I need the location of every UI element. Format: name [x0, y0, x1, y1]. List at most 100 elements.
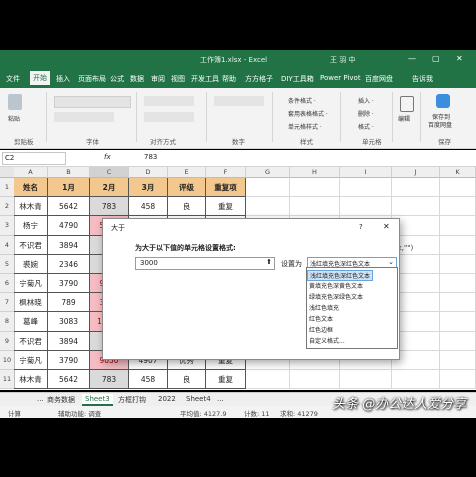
table-cell[interactable]: 783 — [90, 370, 129, 390]
table-cell[interactable]: 1月 — [48, 178, 90, 198]
table-cell[interactable]: 良 — [168, 370, 206, 390]
column-header[interactable]: G — [246, 167, 290, 178]
table-cell[interactable] — [246, 370, 290, 390]
table-cell[interactable]: 评级 — [168, 178, 206, 198]
paste-icon[interactable] — [8, 94, 22, 110]
indent-buttons[interactable] — [144, 112, 194, 122]
dialog-close-icon[interactable]: ✕ — [383, 222, 390, 231]
table-cell[interactable]: 良 — [168, 197, 206, 217]
row-header[interactable]: 11 — [0, 370, 15, 390]
value-input-box[interactable]: 3000 ⬆ — [135, 257, 275, 270]
table-cell[interactable]: 2月 — [90, 178, 129, 198]
row-header[interactable]: 3 — [0, 216, 15, 236]
maximize-icon[interactable]: ▢ — [432, 54, 440, 63]
option-red-text[interactable]: 红色文本 — [309, 314, 333, 323]
table-cell[interactable] — [440, 370, 476, 390]
tab-power-pivot[interactable]: Power Pivot — [320, 74, 361, 82]
table-cell[interactable] — [440, 331, 476, 351]
tab-ffcell[interactable]: 方方格子 — [245, 74, 273, 84]
table-cell[interactable]: 458 — [129, 197, 168, 217]
tab-insert[interactable]: 插入 — [56, 74, 70, 84]
number-format-box[interactable] — [214, 96, 264, 106]
column-header[interactable]: B — [48, 167, 90, 178]
column-header[interactable]: D — [129, 167, 168, 178]
table-cell[interactable]: 2346 — [48, 254, 90, 274]
table-cell[interactable]: 789 — [48, 293, 90, 313]
table-cell[interactable]: 重复 — [206, 370, 246, 390]
row-header[interactable]: 1 — [0, 178, 15, 198]
column-header[interactable]: F — [206, 167, 246, 178]
table-cell[interactable]: 姓名 — [14, 178, 48, 198]
table-cell[interactable]: 4790 — [48, 216, 90, 236]
column-header[interactable]: C — [90, 167, 129, 178]
tab-review[interactable]: 审阅 — [151, 74, 165, 84]
tab-formulas[interactable]: 公式 — [110, 74, 124, 84]
minimize-icon[interactable]: — — [408, 54, 416, 63]
table-cell[interactable] — [392, 370, 440, 390]
table-cell[interactable]: 3月 — [129, 178, 168, 198]
user-name[interactable]: 王 羽 中 — [330, 55, 355, 65]
table-cell[interactable] — [340, 370, 392, 390]
font-name-box[interactable] — [54, 96, 131, 108]
column-header[interactable]: E — [168, 167, 206, 178]
close-icon[interactable]: ✕ — [456, 54, 463, 63]
option-red-border[interactable]: 红色边框 — [309, 325, 333, 334]
table-cell[interactable]: 783 — [90, 197, 129, 217]
option-light-red-fill[interactable]: 浅红填充色深红色文本 — [307, 270, 374, 281]
value-input[interactable]: 3000 — [140, 259, 158, 267]
sheet-tab-checkbox[interactable]: 方框打钩 — [115, 394, 149, 406]
edit-button[interactable]: 编辑 — [398, 114, 410, 123]
row-header[interactable]: 6 — [0, 274, 15, 294]
table-cell[interactable]: 3083 — [48, 312, 90, 332]
insert-cells-button[interactable]: 插入 · — [358, 96, 374, 105]
row-header[interactable]: 8 — [0, 312, 15, 332]
table-cell[interactable] — [340, 178, 392, 198]
formula-input[interactable]: 783 — [144, 153, 157, 161]
cloud-save-icon[interactable] — [436, 94, 450, 108]
help-icon[interactable]: ? — [359, 223, 363, 231]
range-picker-icon[interactable]: ⬆ — [266, 258, 272, 266]
table-cell[interactable]: 林木青 — [14, 197, 48, 217]
table-cell[interactable]: 5642 — [48, 197, 90, 217]
table-cell[interactable] — [440, 312, 476, 332]
row-header[interactable]: 5 — [0, 254, 15, 274]
table-cell[interactable] — [290, 370, 340, 390]
column-header[interactable]: I — [340, 167, 392, 178]
table-cell[interactable]: 林木青 — [14, 370, 48, 390]
tab-home[interactable]: 开始 — [30, 71, 50, 85]
alignment-buttons[interactable] — [144, 96, 194, 106]
table-cell[interactable] — [440, 197, 476, 217]
tab-page-layout[interactable]: 页面布局 — [78, 74, 106, 84]
row-header[interactable]: 4 — [0, 235, 15, 255]
table-cell[interactable] — [440, 350, 476, 370]
tab-baidu-netdisk[interactable]: 百度网盘 — [365, 74, 393, 84]
sheet-tab-2022[interactable]: 2022 — [155, 394, 179, 404]
table-cell[interactable]: 不识君 — [14, 331, 48, 351]
table-cell[interactable]: 重复项 — [206, 178, 246, 198]
format-cells-button[interactable]: 格式 · — [358, 122, 374, 131]
table-cell[interactable]: 3790 — [48, 274, 90, 294]
tab-diy-toolbox[interactable]: DIY工具箱 — [281, 74, 314, 84]
tab-overflow-right[interactable]: ... — [214, 394, 227, 404]
table-cell[interactable] — [290, 197, 340, 217]
search-icon[interactable] — [400, 96, 414, 112]
table-cell[interactable]: 3894 — [48, 331, 90, 351]
table-cell[interactable]: 3894 — [48, 235, 90, 255]
name-box[interactable]: C2 — [2, 152, 66, 165]
table-cell[interactable]: 枫林晓 — [14, 293, 48, 313]
table-cell[interactable] — [392, 197, 440, 217]
row-header[interactable]: 9 — [0, 331, 15, 351]
cell-styles-button[interactable]: 单元格样式 · — [288, 122, 322, 131]
font-style-buttons[interactable] — [54, 112, 114, 122]
table-cell[interactable]: 宁菊凡 — [14, 274, 48, 294]
table-cell[interactable] — [440, 235, 476, 255]
sheet-tab-business[interactable]: 商务数据 — [44, 394, 78, 406]
table-cell[interactable]: 裘婉 — [14, 254, 48, 274]
table-cell[interactable] — [392, 178, 440, 198]
sheet-tab-sheet3[interactable]: Sheet3 — [82, 394, 113, 406]
tab-view[interactable]: 视图 — [171, 74, 185, 84]
row-header[interactable]: 10 — [0, 350, 15, 370]
tab-help[interactable]: 帮助 — [222, 74, 236, 84]
table-cell[interactable] — [440, 178, 476, 198]
table-cell[interactable] — [440, 254, 476, 274]
